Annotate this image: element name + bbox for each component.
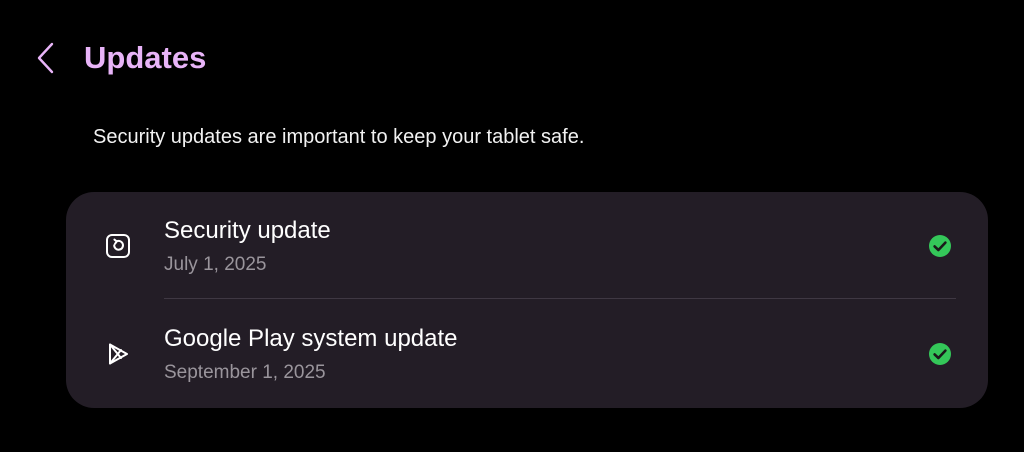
updates-card: Security update July 1, 2025 Google Play… <box>66 192 988 408</box>
app-bar: Updates <box>0 28 1024 88</box>
google-play-system-update-row[interactable]: Google Play system update September 1, 2… <box>66 300 988 407</box>
back-button[interactable] <box>24 36 68 80</box>
security-update-icon <box>102 230 134 262</box>
page-title: Updates <box>84 40 207 75</box>
security-update-row[interactable]: Security update July 1, 2025 <box>66 192 988 299</box>
google-play-system-update-title: Google Play system update <box>164 325 458 352</box>
check-circle-icon <box>929 343 951 365</box>
chevron-left-icon <box>37 42 54 74</box>
google-play-icon <box>102 338 134 370</box>
security-update-title: Security update <box>164 217 331 244</box>
check-circle-icon <box>929 235 951 257</box>
page-description: Security updates are important to keep y… <box>93 126 585 148</box>
row-divider <box>164 298 956 299</box>
security-update-date: July 1, 2025 <box>164 254 267 275</box>
updates-page: Updates Security updates are important t… <box>0 0 1024 452</box>
google-play-system-update-date: September 1, 2025 <box>164 362 326 383</box>
